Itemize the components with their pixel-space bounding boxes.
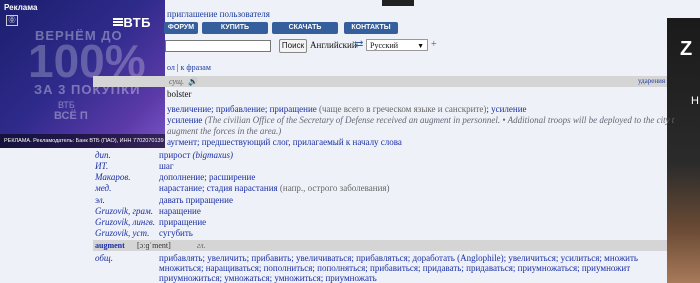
domain-label[interactable]: Gruzovik, грам.	[95, 206, 153, 216]
domain-label[interactable]: мед.	[95, 183, 111, 193]
translation-author[interactable]: (bigmaxus)	[190, 150, 234, 160]
entry-word: augment	[95, 241, 125, 250]
domain-row: Gruzovik, уст. сугубить	[95, 228, 670, 239]
phrase-links: ол | к фразам	[167, 63, 211, 72]
domain-row: ИТ. шаг	[95, 161, 670, 172]
translation-note: (чаще всего в греческом языке и санскрит…	[316, 104, 487, 114]
general-translation-2: усиление (The civilian Office of the Sec…	[167, 115, 674, 125]
translation-text[interactable]: дополнение; расширение	[159, 172, 255, 182]
entry-header-noun: сущ.	[93, 76, 667, 87]
forum-button[interactable]: ФОРУМ	[164, 22, 198, 34]
entry-header-verb: augment [ɔːɡˈment] гл.	[93, 240, 667, 251]
ad-subtext-2: ВСЁ П	[54, 110, 88, 122]
variant-word: bolster	[167, 89, 192, 99]
translation-text[interactable]: нарастание; стадия нарастания	[159, 183, 278, 193]
domain-label[interactable]: общ.	[95, 253, 113, 263]
domain-label[interactable]: Макаров.	[95, 172, 131, 182]
verb-translations-1[interactable]: прибавлять; увеличить; прибавить; увелич…	[159, 253, 638, 263]
vtb-logo-icon	[113, 18, 123, 28]
translation-text[interactable]: наращение	[159, 206, 201, 216]
domain-label[interactable]: эл.	[95, 195, 105, 205]
vtb-ad-banner[interactable]: Реклама ⓪ ВТБ ВЕРНЁМ ДО 100% ЗА 3 ПОКУПК…	[0, 0, 165, 148]
stress-link[interactable]: ударения	[638, 77, 665, 85]
domain-row: эл. давать приращение	[95, 195, 670, 206]
general-translation-3: аугмент; предшествующий слог, прилагаемы…	[167, 137, 402, 147]
ad-close-icon[interactable]: ⓪	[6, 15, 18, 26]
target-language-select[interactable]: Русский ▼	[366, 39, 428, 51]
domain-row: мед. нарастание; стадия нарастания (напр…	[95, 183, 670, 194]
usage-example-end: augment the forces in the area.)	[167, 126, 282, 136]
verb-translations-2[interactable]: множиться; наращиваться; пополниться; по…	[159, 263, 630, 273]
domain-translation: прирост (bigmaxus)	[159, 150, 233, 160]
domain-label[interactable]: Gruzovik, лингв.	[95, 217, 155, 227]
usage-example: (The civilian Office of the Secretary of…	[202, 115, 675, 125]
words-link[interactable]: ол	[167, 63, 175, 72]
domain-label[interactable]: дип.	[95, 150, 111, 160]
translation-text[interactable]: приращение	[159, 217, 206, 227]
buy-button[interactable]: КУПИТЬ	[202, 22, 268, 34]
target-language-value: Русский	[370, 41, 398, 50]
domain-row: Gruzovik, лингв. приращение	[95, 217, 670, 228]
ad-logo: ВТБ	[123, 15, 151, 30]
domain-row: Gruzovik, грам. наращение	[95, 206, 670, 217]
right-ad-letter-2: H	[691, 95, 699, 107]
translation-text[interactable]: увеличение; прибавление; приращение	[167, 104, 317, 114]
contacts-button[interactable]: КОНТАКТЫ	[344, 22, 398, 34]
download-button[interactable]: СКАЧАТЬ	[272, 22, 338, 34]
source-language: Английский	[310, 40, 357, 50]
dictionary-page: Реклама ⓪ ВТБ ВЕРНЁМ ДО 100% ЗА 3 ПОКУПК…	[0, 0, 700, 283]
translation-text[interactable]: шаг	[159, 161, 174, 171]
translation-text[interactable]: давать приращение	[159, 195, 233, 205]
search-button[interactable]: Поиск	[279, 39, 307, 53]
top-image-strip	[382, 0, 414, 6]
ad-subtext-1: ВТБ	[58, 100, 75, 110]
ad-label: Реклама	[4, 3, 38, 12]
translation-note: (напр., острого заболевания)	[277, 183, 390, 193]
user-invite-link[interactable]: приглашение пользователя	[167, 9, 270, 19]
entry-pronunciation: [ɔːɡˈment]	[137, 241, 171, 250]
translation-text[interactable]: аугмент; предшествующий слог, прилагаемы…	[167, 137, 402, 147]
domain-label[interactable]: Gruzovik, уст.	[95, 228, 149, 238]
translation-text[interactable]: сугубить	[159, 228, 193, 238]
domain-row: дип. прирост (bigmaxus)	[95, 150, 670, 161]
right-ad-banner[interactable]: Z H	[667, 18, 700, 283]
entry-pos: гл.	[197, 241, 206, 250]
add-language-icon[interactable]: +	[431, 39, 437, 50]
speaker-icon[interactable]: 🔊	[188, 77, 198, 86]
chevron-down-icon: ▼	[417, 42, 424, 50]
ad-disclaimer: РЕКЛАМА. Рекламодатель: Банк ВТБ (ПАО), …	[0, 134, 165, 148]
domain-translation: нарастание; стадия нарастания (напр., ос…	[159, 183, 390, 193]
entry-pos: сущ.	[169, 77, 185, 86]
translation-text-end[interactable]: ; усиление	[486, 104, 526, 114]
translation-text[interactable]: усиление	[167, 115, 202, 125]
translation-text[interactable]: прирост	[159, 150, 190, 160]
phrases-link[interactable]: к фразам	[181, 63, 211, 72]
verb-translations-3[interactable]: приумножиться; умножаться; умножиться; п…	[159, 273, 377, 283]
search-input[interactable]	[165, 40, 271, 52]
general-translation-1: увеличение; прибавление; приращение (чащ…	[167, 104, 527, 114]
domain-label[interactable]: ИТ.	[95, 161, 108, 171]
swap-languages-icon[interactable]: ⇄	[355, 39, 363, 50]
usage-example-continued: augment the forces in the area.)	[167, 126, 281, 136]
right-ad-letter: Z	[680, 38, 693, 60]
domain-row: Макаров. дополнение; расширение	[95, 172, 670, 183]
